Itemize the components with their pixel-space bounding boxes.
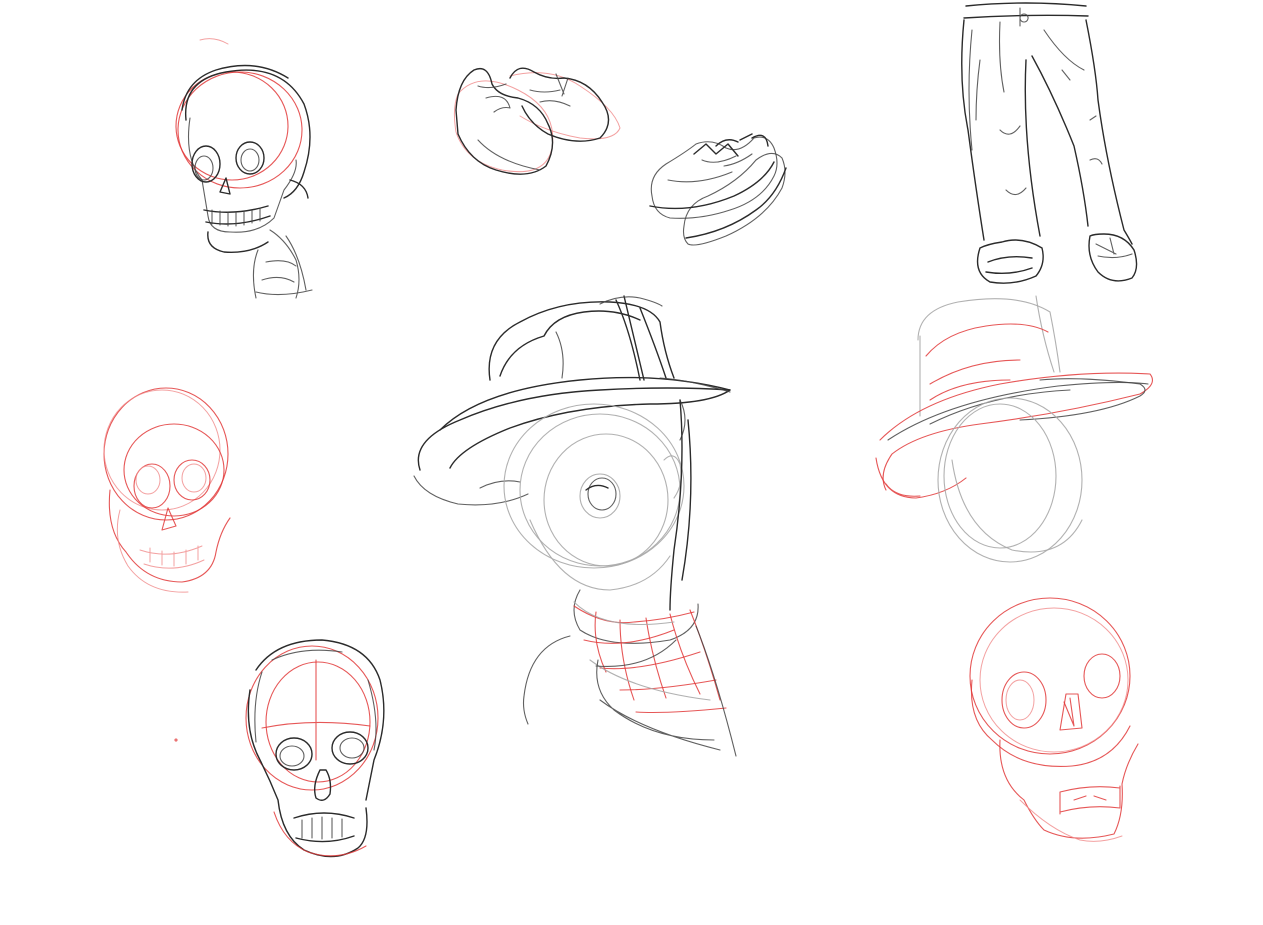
sketch-sheet bbox=[103, 2, 1153, 858]
pants-sketch bbox=[961, 2, 1138, 284]
sneakers-sketch-right bbox=[649, 133, 787, 246]
shoes-sketch-top bbox=[453, 67, 621, 175]
drawing-canvas[interactable] bbox=[0, 0, 1263, 925]
skull-sketch-bottom-left bbox=[174, 639, 385, 858]
hat-sketch-right bbox=[875, 295, 1153, 563]
skull-sketch-mid-left bbox=[103, 387, 231, 593]
skull-sketch-top-left bbox=[175, 38, 313, 299]
figure-with-hat-sketch bbox=[413, 295, 737, 757]
skull-sketch-bottom-right bbox=[969, 597, 1139, 842]
